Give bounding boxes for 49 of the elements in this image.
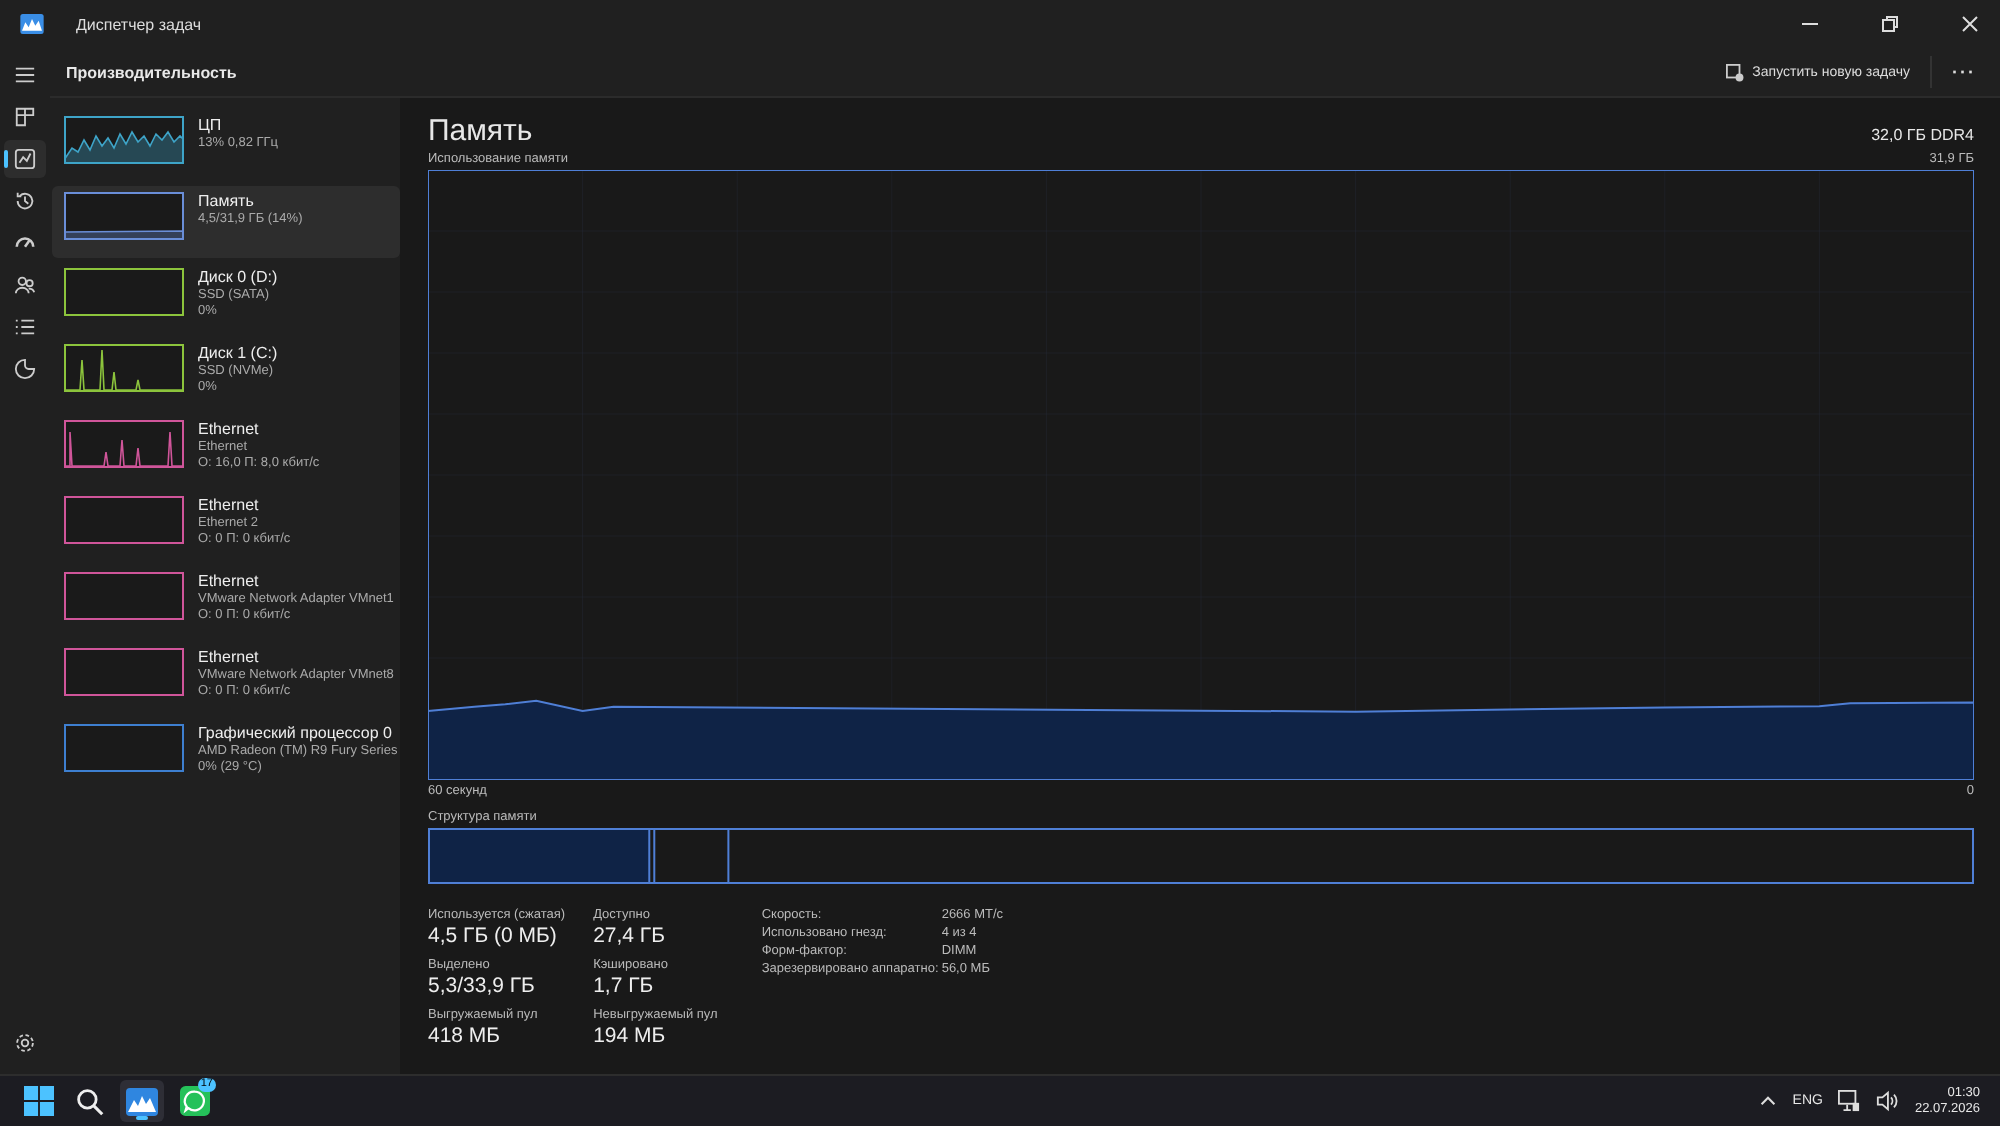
resource-title: Память [428, 114, 533, 148]
nav-button[interactable] [4, 140, 46, 178]
resource-name: Ethernet [198, 496, 261, 514]
settings-icon [14, 1032, 36, 1054]
sparkline [64, 724, 184, 772]
stat-value: 5,3/33,9 ГБ [428, 974, 537, 998]
stat-value: 1,7 ГБ [593, 974, 656, 998]
chart-app-icon [126, 1087, 158, 1115]
resource-name: Ethernet [198, 420, 261, 438]
taskbar-app[interactable] [120, 1080, 164, 1122]
resource-name: Диск 0 (D:) [198, 268, 278, 286]
resource-name: Ethernet [198, 572, 261, 590]
chat-app-icon [179, 1086, 209, 1116]
close-icon[interactable] [1960, 14, 1980, 34]
search-icon [76, 1087, 104, 1115]
app-icon [20, 14, 44, 34]
stat-value: 27,4 ГБ [593, 924, 668, 948]
resource-name: Память [198, 192, 256, 210]
sparkline [64, 192, 184, 240]
sparkline [64, 344, 184, 392]
sparkline [64, 572, 184, 620]
resource-name: Ethernet [198, 648, 261, 666]
history-icon [14, 190, 36, 212]
chart-icon [14, 148, 36, 170]
grid-icon [14, 106, 36, 128]
resource-name: Графический процессор 0 [198, 724, 394, 742]
memory-capacity: 32,0 ГБ DDR4 [1871, 126, 1974, 144]
sparkline [64, 268, 184, 316]
stat-value: 4,5 ГБ (0 МБ) [428, 924, 559, 948]
page-title: Производительность [66, 63, 237, 81]
chevron-up-icon[interactable] [1760, 1096, 1777, 1106]
network-icon[interactable] [1838, 1090, 1861, 1112]
windows-logo-icon [23, 1086, 53, 1116]
stat-value: 194 МБ [593, 1024, 668, 1048]
menu-icon [14, 64, 36, 86]
speaker-icon[interactable] [1876, 1090, 1899, 1112]
sparkline [64, 648, 184, 696]
list-icon [14, 316, 36, 338]
resource-name: ЦП [198, 116, 224, 134]
stat-value: 418 МБ [428, 1024, 503, 1048]
sparkline [64, 116, 184, 164]
resource-name: Диск 1 (C:) [198, 344, 278, 362]
new-task-icon [1726, 63, 1745, 81]
restore-icon[interactable] [1880, 14, 1900, 34]
window-title: Диспетчер задач [76, 15, 202, 33]
more-button[interactable]: ··· [1944, 56, 1984, 88]
sparkline [64, 420, 184, 468]
users-icon [14, 274, 36, 296]
sparkline [64, 496, 184, 544]
